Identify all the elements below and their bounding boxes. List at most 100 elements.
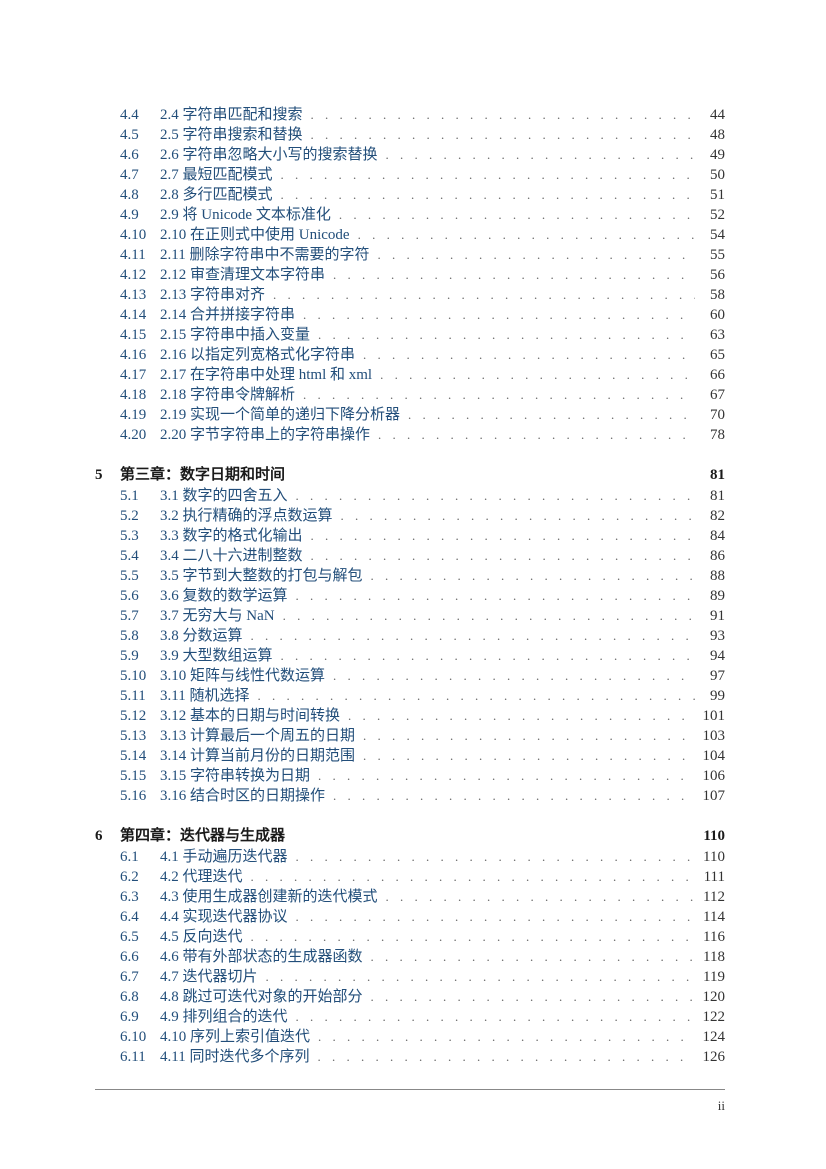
leader-dots [303,105,695,125]
chapter-block: 5第三章：数字日期和时间815.13.1 数字的四舍五入815.23.2 执行精… [95,463,725,806]
toc-entry[interactable]: 4.122.12 审查清理文本字符串 56 [95,265,725,285]
toc-entry[interactable]: 5.83.8 分数运算93 [95,626,725,646]
toc-entry[interactable]: 5.133.13 计算最后一个周五的日期103 [95,726,725,746]
entry-page: 84 [695,526,725,546]
toc-entry[interactable]: 5.33.3 数字的格式化输出84 [95,526,725,546]
entry-page: 67 [695,385,725,405]
leader-dots [370,425,695,445]
toc-entry[interactable]: 6.74.7 迭代器切片119 [95,967,725,987]
entry-title: 4.7 迭代器切片 [160,967,258,987]
entry-page: 56 [695,265,725,285]
toc-entry[interactable]: 5.123.12 基本的日期与时间转换101 [95,706,725,726]
entry-page: 66 [695,365,725,385]
toc-entry[interactable]: 5.23.2 执行精确的浮点数运算82 [95,506,725,526]
entry-page: 44 [695,105,725,125]
toc-entry[interactable]: 6.104.10 序列上索引值迭代124 [95,1027,725,1047]
entry-number: 6.5 [120,927,160,947]
toc-entry[interactable]: 4.72.7 最短匹配模式50 [95,165,725,185]
toc-entry[interactable]: 6.44.4 实现迭代器协议114 [95,907,725,927]
leader-dots [243,626,695,646]
toc-entry[interactable]: 5.73.7 无穷大与 NaN91 [95,606,725,626]
entry-title: 3.10 矩阵与线性代数运算 [160,666,325,686]
toc-entry[interactable]: 4.42.4 字符串匹配和搜索44 [95,105,725,125]
toc-entry[interactable]: 5.143.14 计算当前月份的日期范围104 [95,746,725,766]
entry-title: 2.12 审查清理文本字符串 [160,265,325,285]
toc-entry[interactable]: 4.172.17 在字符串中处理 html 和 xml66 [95,365,725,385]
entry-title: 3.13 计算最后一个周五的日期 [160,726,355,746]
toc-entry[interactable]: 5.153.15 字符串转换为日期106 [95,766,725,786]
entry-page: 122 [695,1007,725,1027]
entry-number: 4.12 [120,265,160,285]
page-footer: ii [95,1089,725,1114]
toc-entry[interactable]: 4.132.13 字符串对齐58 [95,285,725,305]
entry-page: 91 [695,606,725,626]
toc-entry[interactable]: 6.54.5 反向迭代116 [95,927,725,947]
entry-page: 51 [695,185,725,205]
entry-number: 6.11 [120,1047,160,1067]
entry-title: 2.11 删除字符串中不需要的字符 [160,245,369,265]
toc-entry[interactable]: 6.34.3 使用生成器创建新的迭代模式112 [95,887,725,907]
toc-entry[interactable]: 4.142.14 合并拼接字符串60 [95,305,725,325]
entry-page: 94 [695,646,725,666]
entry-title: 4.10 序列上索引值迭代 [160,1027,310,1047]
leader-dots [325,786,695,806]
entry-title: 4.1 手动遍历迭代器 [160,847,288,867]
toc-entry[interactable]: 6.14.1 手动遍历迭代器110 [95,847,725,867]
toc-entry[interactable]: 4.82.8 多行匹配模式51 [95,185,725,205]
leader-dots [378,145,695,165]
leader-dots [372,365,695,385]
entry-number: 4.5 [120,125,160,145]
toc-entry[interactable]: 5.93.9 大型数组运算94 [95,646,725,666]
toc-entry[interactable]: 4.182.18 字符串令牌解析67 [95,385,725,405]
entry-page: 104 [695,746,725,766]
entry-page: 101 [695,706,725,726]
entry-page: 78 [695,425,725,445]
toc-entry[interactable]: 4.92.9 将 Unicode 文本标准化52 [95,205,725,225]
toc-entry[interactable]: 5.13.1 数字的四舍五入81 [95,486,725,506]
toc-entry[interactable]: 5.53.5 字节到大整数的打包与解包88 [95,566,725,586]
toc-entry[interactable]: 6.94.9 排列组合的迭代122 [95,1007,725,1027]
toc-entry[interactable]: 4.52.5 字符串搜索和替换48 [95,125,725,145]
toc-entry[interactable]: 4.102.10 在正则式中使用 Unicode54 [95,225,725,245]
entry-number: 4.8 [120,185,160,205]
entry-page: 88 [695,566,725,586]
entry-title: 4.8 跳过可迭代对象的开始部分 [160,987,363,1007]
entry-page: 89 [695,586,725,606]
entry-title: 4.4 实现迭代器协议 [160,907,288,927]
chapter-number: 5 [95,467,120,484]
toc-entry[interactable]: 4.62.6 字符串忽略大小写的搜索替换49 [95,145,725,165]
entry-title: 3.15 字符串转换为日期 [160,766,310,786]
toc-entry[interactable]: 5.63.6 复数的数学运算89 [95,586,725,606]
chapter-heading[interactable]: 6第四章：迭代器与生成器110 [95,824,725,845]
toc-entry[interactable]: 6.24.2 代理迭代111 [95,867,725,887]
leader-dots [363,947,695,967]
entry-number: 6.3 [120,887,160,907]
toc-entry[interactable]: 5.103.10 矩阵与线性代数运算97 [95,666,725,686]
toc-entry[interactable]: 4.202.20 字节字符串上的字符串操作78 [95,425,725,445]
entry-title: 2.15 字符串中插入变量 [160,325,310,345]
entry-page: 65 [695,345,725,365]
entry-number: 4.17 [120,365,160,385]
entry-number: 4.9 [120,205,160,225]
entry-page: 97 [695,666,725,686]
chapter-heading[interactable]: 5第三章：数字日期和时间81 [95,463,725,484]
toc-entry[interactable]: 4.192.19 实现一个简单的递归下降分析器70 [95,405,725,425]
toc-entry[interactable]: 5.113.11 随机选择99 [95,686,725,706]
leader-dots [310,325,695,345]
toc-entry[interactable]: 4.112.11 删除字符串中不需要的字符55 [95,245,725,265]
toc-entry[interactable]: 5.163.16 结合时区的日期操作107 [95,786,725,806]
toc-entry[interactable]: 6.114.11 同时迭代多个序列126 [95,1047,725,1067]
toc-entry[interactable]: 6.64.6 带有外部状态的生成器函数118 [95,947,725,967]
leader-dots [310,766,695,786]
leader-dots [295,305,695,325]
entry-number: 4.15 [120,325,160,345]
entry-page: 111 [695,867,725,887]
entry-number: 4.20 [120,425,160,445]
toc-entry[interactable]: 4.152.15 字符串中插入变量63 [95,325,725,345]
leader-dots [325,265,695,285]
toc-entry[interactable]: 4.162.16 以指定列宽格式化字符串65 [95,345,725,365]
entry-page: 110 [695,847,725,867]
toc-entry[interactable]: 5.43.4 二八十六进制整数86 [95,546,725,566]
entry-number: 4.16 [120,345,160,365]
toc-entry[interactable]: 6.84.8 跳过可迭代对象的开始部分120 [95,987,725,1007]
